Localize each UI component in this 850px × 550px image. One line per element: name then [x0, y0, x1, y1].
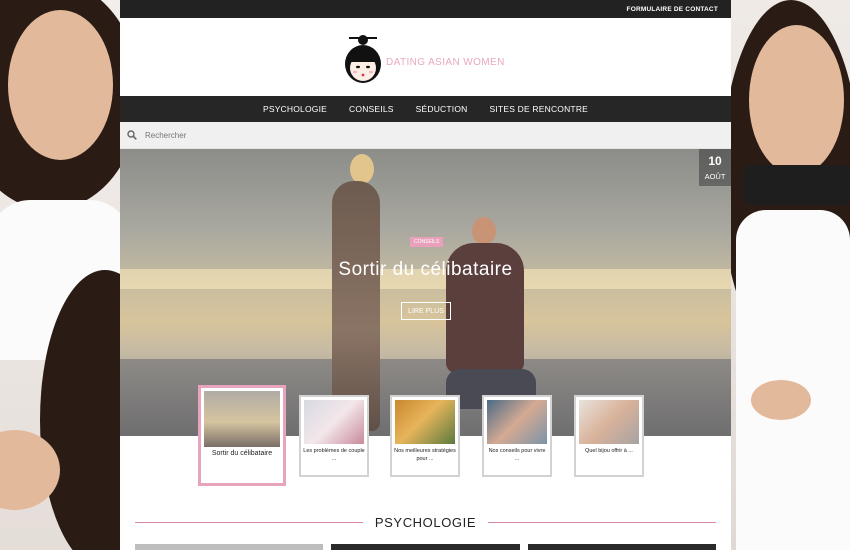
article-preview[interactable] [331, 544, 520, 550]
read-more-button[interactable]: LIRE PLUS [401, 302, 451, 320]
nav-item-seduction[interactable]: SÉDUCTION [416, 104, 468, 114]
thumbnail-image [304, 400, 364, 444]
article-preview[interactable] [527, 544, 716, 550]
page-content: FORMULAIRE DE CONTACT DATING ASIAN WOMEN… [120, 0, 731, 550]
thumbnail-caption: Nos meilleures stratégies pour ... [394, 448, 456, 462]
scarf [743, 165, 850, 205]
logo-text: DATING ASIAN WOMEN [386, 56, 505, 68]
thumbnail-1[interactable]: Sortir du célibataire [198, 385, 286, 486]
nav-item-sites-de-rencontre[interactable]: SITES DE RENCONTRE [490, 104, 589, 114]
category-tag[interactable]: CONSEILS [410, 237, 444, 247]
section-header: PSYCHOLOGIE [135, 514, 716, 530]
nav-item-conseils[interactable]: CONSEILS [349, 104, 394, 114]
thumbnail-image [487, 400, 547, 444]
thumbnail-caption: Les problèmes de couple ... [303, 448, 365, 462]
hero-title[interactable]: Sortir du célibataire [120, 259, 731, 281]
site-header: DATING ASIAN WOMEN [120, 18, 731, 96]
post-date-badge: 10 AOÛT [699, 149, 731, 186]
article-previews [120, 544, 731, 550]
thumbnail-image [204, 391, 280, 447]
thumbnail-image [395, 400, 455, 444]
thumbnail-3[interactable]: Nos meilleures stratégies pour ... [390, 395, 460, 477]
divider-left [135, 521, 363, 523]
thumbnail-image [579, 400, 639, 444]
right-background-photo [731, 0, 850, 550]
main-nav: PSYCHOLOGIE CONSEILS SÉDUCTION SITES DE … [120, 96, 731, 122]
search-icon[interactable] [127, 130, 137, 140]
thumbnail-caption: Sortir du célibataire [211, 450, 273, 457]
search-bar [120, 122, 731, 149]
date-month: AOÛT [704, 172, 726, 181]
divider-right [488, 521, 716, 523]
date-day: 10 [708, 154, 722, 168]
thumbnail-4[interactable]: Nos conseils pour vivre ... [482, 395, 552, 477]
thumbnail-5[interactable]: Quel bijou offrir à ... [574, 395, 644, 477]
article-preview[interactable] [135, 544, 324, 550]
nav-item-psychologie[interactable]: PSYCHOLOGIE [263, 104, 327, 114]
geisha-logo-icon [345, 35, 381, 83]
thumbnail-caption: Nos conseils pour vivre ... [488, 448, 546, 462]
search-input[interactable] [145, 130, 445, 140]
contact-form-link[interactable]: FORMULAIRE DE CONTACT [627, 6, 718, 13]
site-logo[interactable]: DATING ASIAN WOMEN [343, 34, 505, 84]
top-bar: FORMULAIRE DE CONTACT [120, 0, 731, 18]
section-title: PSYCHOLOGIE [374, 514, 477, 530]
thumbnail-2[interactable]: Les problèmes de couple ... [299, 395, 369, 477]
left-background-photo [0, 0, 120, 550]
thumbnail-caption: Quel bijou offrir à ... [585, 448, 633, 454]
